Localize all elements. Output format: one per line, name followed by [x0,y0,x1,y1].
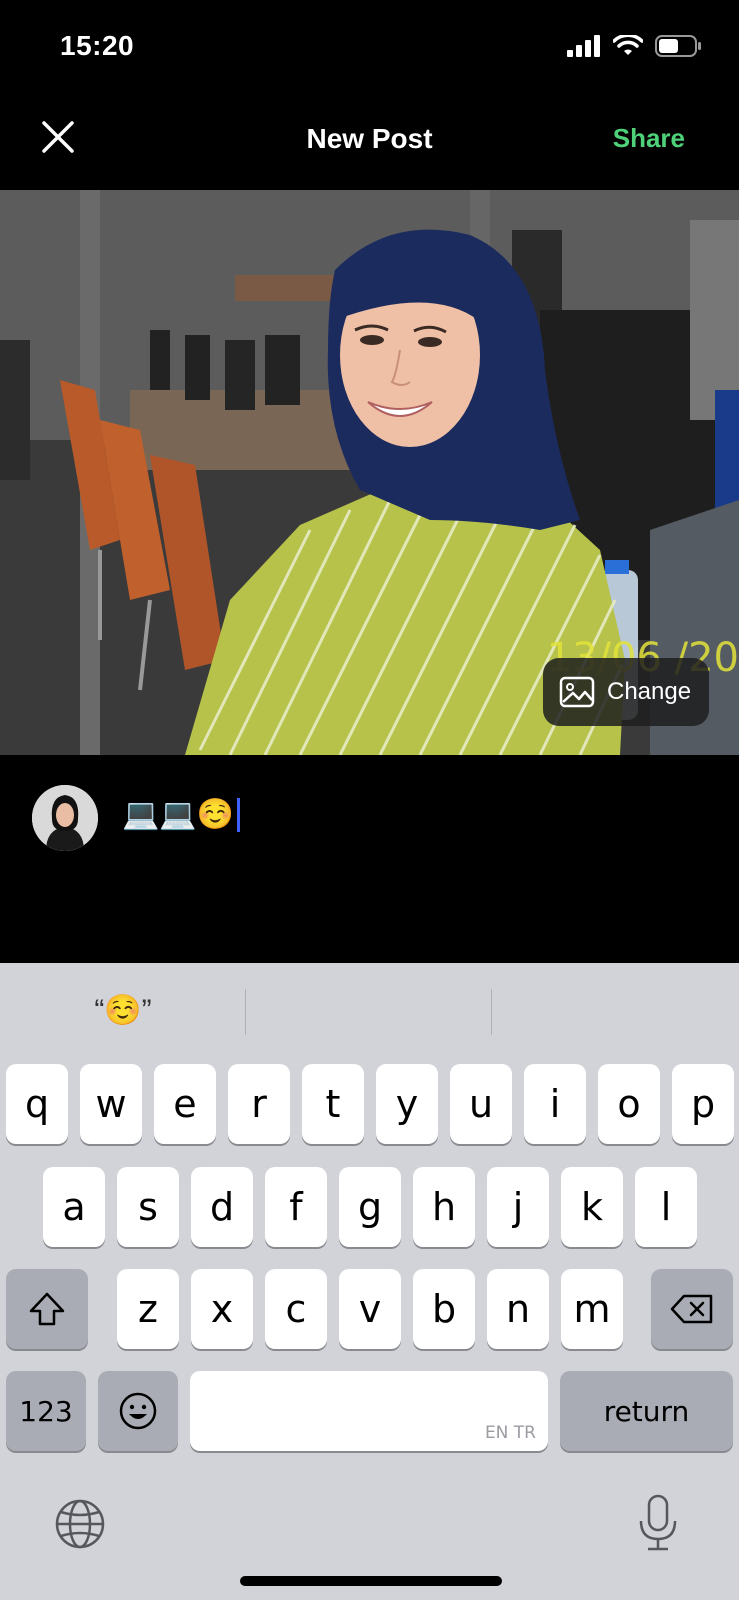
key-g[interactable]: g [339,1167,401,1247]
key-i[interactable]: i [524,1064,586,1144]
key-n[interactable]: n [487,1269,549,1349]
key-a[interactable]: a [43,1167,105,1247]
key-x[interactable]: x [191,1269,253,1349]
space-lang-label: EN TR [484,1423,536,1443]
key-r[interactable]: r [228,1064,290,1144]
numbers-key[interactable]: 123 [6,1371,86,1451]
shift-key[interactable] [6,1269,88,1349]
backspace-icon [670,1294,713,1324]
caption-input[interactable]: 💻💻☺️ [122,797,241,832]
shift-icon [29,1292,65,1326]
key-s[interactable]: s [117,1167,179,1247]
suggestion-item[interactable]: “☺️” [0,963,246,1058]
status-bar: 15:20 [0,0,739,95]
emoji-key[interactable] [98,1371,178,1451]
key-q[interactable]: q [6,1064,68,1144]
globe-button[interactable] [54,1498,106,1550]
share-button[interactable]: Share [613,123,685,154]
key-w[interactable]: w [80,1064,142,1144]
key-h[interactable]: h [413,1167,475,1247]
signal-icon [567,35,600,57]
key-m[interactable]: m [561,1269,623,1349]
backspace-key[interactable] [651,1269,733,1349]
key-t[interactable]: t [302,1064,364,1144]
key-v[interactable]: v [339,1269,401,1349]
suggestion-bar: “☺️” [0,963,739,1058]
text-cursor [237,797,241,832]
avatar [32,785,98,851]
status-icons [567,34,703,58]
compose-row: 💻💻☺️ [0,785,739,885]
nav-bar: New Post Share [0,95,739,190]
key-p[interactable]: p [672,1064,734,1144]
image-icon [559,676,595,708]
globe-icon [55,1499,105,1549]
status-time: 15:20 [60,30,135,61]
key-b[interactable]: b [413,1269,475,1349]
microphone-icon [639,1494,677,1551]
suggestion-item-empty[interactable] [492,963,738,1058]
change-photo-button[interactable]: Change [543,658,709,726]
key-l[interactable]: l [635,1167,697,1247]
keyboard: “☺️” q w e r t y u i o p a s d f g h j k… [0,963,739,1600]
key-d[interactable]: d [191,1167,253,1247]
key-f[interactable]: f [265,1167,327,1247]
key-k[interactable]: k [561,1167,623,1247]
suggestion-item-empty[interactable] [246,963,492,1058]
change-label: Change [607,678,692,705]
key-z[interactable]: z [117,1269,179,1349]
key-o[interactable]: o [598,1064,660,1144]
caption-text: 💻💻☺️ [122,798,235,831]
emoji-icon [119,1392,157,1430]
key-u[interactable]: u [450,1064,512,1144]
dictation-button[interactable] [636,1493,680,1553]
home-indicator [240,1576,502,1586]
return-key[interactable]: return [560,1371,733,1451]
key-y[interactable]: y [376,1064,438,1144]
key-e[interactable]: e [154,1064,216,1144]
battery-icon [655,35,701,57]
key-j[interactable]: j [487,1167,549,1247]
space-key[interactable]: EN TR [190,1371,548,1451]
key-c[interactable]: c [265,1269,327,1349]
wifi-icon [613,35,643,55]
